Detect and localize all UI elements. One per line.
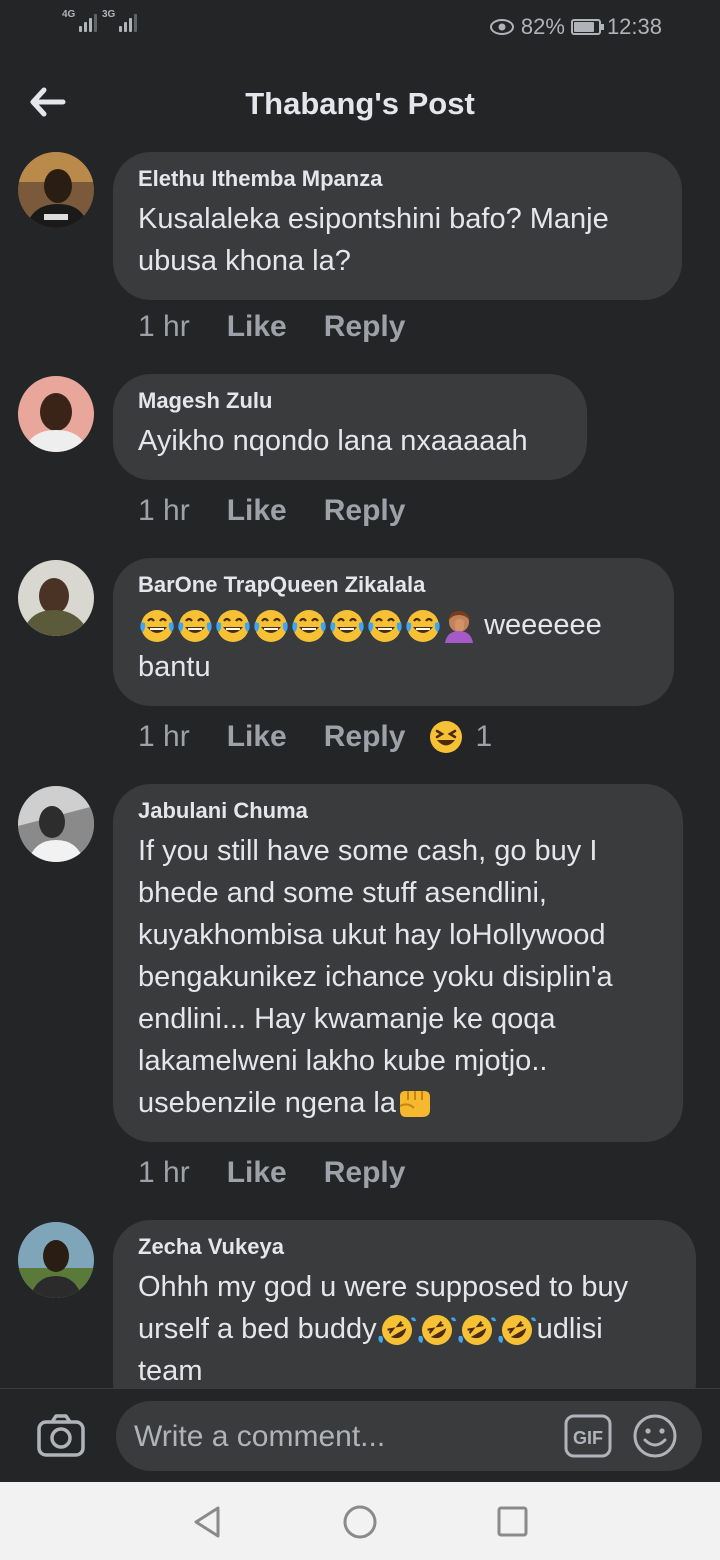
reaction-count: 1 xyxy=(475,720,493,753)
gif-icon: GIF xyxy=(564,1414,612,1458)
camera-icon xyxy=(37,1414,85,1457)
comment-bubble[interactable]: Jabulani Chuma If you still have some ca… xyxy=(113,784,683,1142)
reaction-summary[interactable]: 1 xyxy=(429,720,492,754)
reply-button[interactable]: Reply xyxy=(324,720,406,754)
comment-time[interactable]: 1 hr xyxy=(138,310,190,344)
comment-actions: 1 hr Like Reply xyxy=(138,494,405,528)
camera-button[interactable] xyxy=(36,1413,86,1459)
comment-actions: 1 hr Like Reply 1 xyxy=(138,720,492,754)
facepalm-emoji xyxy=(445,611,473,644)
comment-text: weeeeee bantu xyxy=(138,604,648,688)
rolling-laughing-emoji xyxy=(378,1315,416,1346)
comment-author[interactable]: Magesh Zulu xyxy=(138,388,561,414)
reply-button[interactable]: Reply xyxy=(324,1156,406,1190)
comment-text: Ohhh my god u were supposed to buy ursel… xyxy=(138,1266,670,1388)
network-type-label: 4G xyxy=(62,9,76,20)
battery-percent: 82% xyxy=(520,14,565,39)
comment-bubble[interactable]: BarOne TrapQueen Zikalala weeeeee bantu xyxy=(113,558,674,706)
like-button[interactable]: Like xyxy=(227,494,287,528)
reply-button[interactable]: Reply xyxy=(324,494,406,528)
laughing-tears-emoji xyxy=(140,610,174,643)
laughing-squint-emoji xyxy=(430,721,463,753)
circle-home-icon xyxy=(343,1505,377,1539)
comment-composer: GIF xyxy=(0,1388,720,1483)
nav-back-button[interactable] xyxy=(188,1502,228,1542)
fist-emoji xyxy=(399,1091,430,1118)
rolling-laughing-emoji xyxy=(458,1315,496,1346)
comment-input[interactable] xyxy=(132,1411,556,1463)
nav-recents-button[interactable] xyxy=(492,1502,532,1542)
comment-time[interactable]: 1 hr xyxy=(138,494,190,528)
status-bar: 4G 3G 82% 12:38 xyxy=(0,0,720,56)
laughing-tears-emoji xyxy=(254,610,288,643)
comment-list[interactable]: Elethu Ithemba Mpanza Kusalaleka esipont… xyxy=(0,150,720,1388)
comment-author[interactable]: BarOne TrapQueen Zikalala xyxy=(138,572,648,598)
comment-time[interactable]: 1 hr xyxy=(138,1156,190,1190)
gif-button[interactable]: GIF xyxy=(564,1414,612,1458)
comment-actions: 1 hr Like Reply xyxy=(138,310,405,344)
like-button[interactable]: Like xyxy=(227,720,287,754)
avatar[interactable] xyxy=(18,152,94,228)
laughing-tears-emoji xyxy=(216,610,250,643)
square-recents-icon xyxy=(497,1506,528,1537)
gif-label: GIF xyxy=(573,1428,603,1448)
comment-actions: 1 hr Like Reply xyxy=(138,1156,405,1190)
comment-text: If you still have some cash, go buy I bh… xyxy=(138,830,657,1124)
rolling-laughing-emoji xyxy=(498,1315,536,1346)
status-right: 82% 12:38 xyxy=(489,14,662,40)
rolling-laughing-emoji xyxy=(418,1315,456,1346)
laughing-tears-emoji xyxy=(368,610,402,643)
avatar[interactable] xyxy=(18,1222,94,1298)
system-nav-bar xyxy=(0,1482,720,1560)
header: Thabang's Post xyxy=(0,60,720,150)
page-title: Thabang's Post xyxy=(245,86,475,121)
triangle-back-icon xyxy=(194,1506,220,1538)
smiley-icon xyxy=(633,1414,677,1458)
reply-button[interactable]: Reply xyxy=(324,310,406,344)
comment-bubble[interactable]: Elethu Ithemba Mpanza Kusalaleka esipont… xyxy=(113,152,682,300)
network-type-label-2: 3G xyxy=(102,9,116,20)
laughing-tears-emoji xyxy=(406,610,440,643)
comment-field[interactable]: GIF xyxy=(116,1401,702,1471)
clock: 12:38 xyxy=(606,14,662,39)
signal-icon-2: 3G xyxy=(102,10,138,32)
nav-home-button[interactable] xyxy=(340,1502,380,1542)
comment-author[interactable]: Zecha Vukeya xyxy=(138,1234,670,1260)
avatar[interactable] xyxy=(18,560,94,636)
avatar[interactable] xyxy=(18,786,94,862)
emoji-button[interactable] xyxy=(632,1413,678,1459)
like-button[interactable]: Like xyxy=(227,310,287,344)
laughing-tears-emoji xyxy=(330,610,364,643)
laughing-tears-emoji-group xyxy=(138,609,442,643)
like-button[interactable]: Like xyxy=(227,1156,287,1190)
laughing-tears-emoji xyxy=(292,610,326,643)
comment-time[interactable]: 1 hr xyxy=(138,720,190,754)
comment-text: Kusalaleka esipontshini bafo? Manje ubus… xyxy=(138,203,609,277)
signal-icon: 4G xyxy=(62,10,98,32)
comment-bubble[interactable]: Magesh Zulu Ayikho nqondo lana nxaaaaah xyxy=(113,374,587,480)
comment-text: Ayikho nqondo lana nxaaaaah xyxy=(138,425,528,457)
avatar[interactable] xyxy=(18,376,94,452)
eye-icon xyxy=(489,19,514,35)
rolling-laughing-emoji-group xyxy=(377,1313,537,1346)
laughing-tears-emoji xyxy=(178,610,212,643)
comment-bubble[interactable]: Zecha Vukeya Ohhh my god u were supposed… xyxy=(113,1220,696,1388)
comment-text-words: If you still have some cash, go buy I bh… xyxy=(138,835,613,1119)
comment-author[interactable]: Elethu Ithemba Mpanza xyxy=(138,166,656,192)
comment-author[interactable]: Jabulani Chuma xyxy=(138,798,657,824)
battery-icon xyxy=(570,19,604,35)
